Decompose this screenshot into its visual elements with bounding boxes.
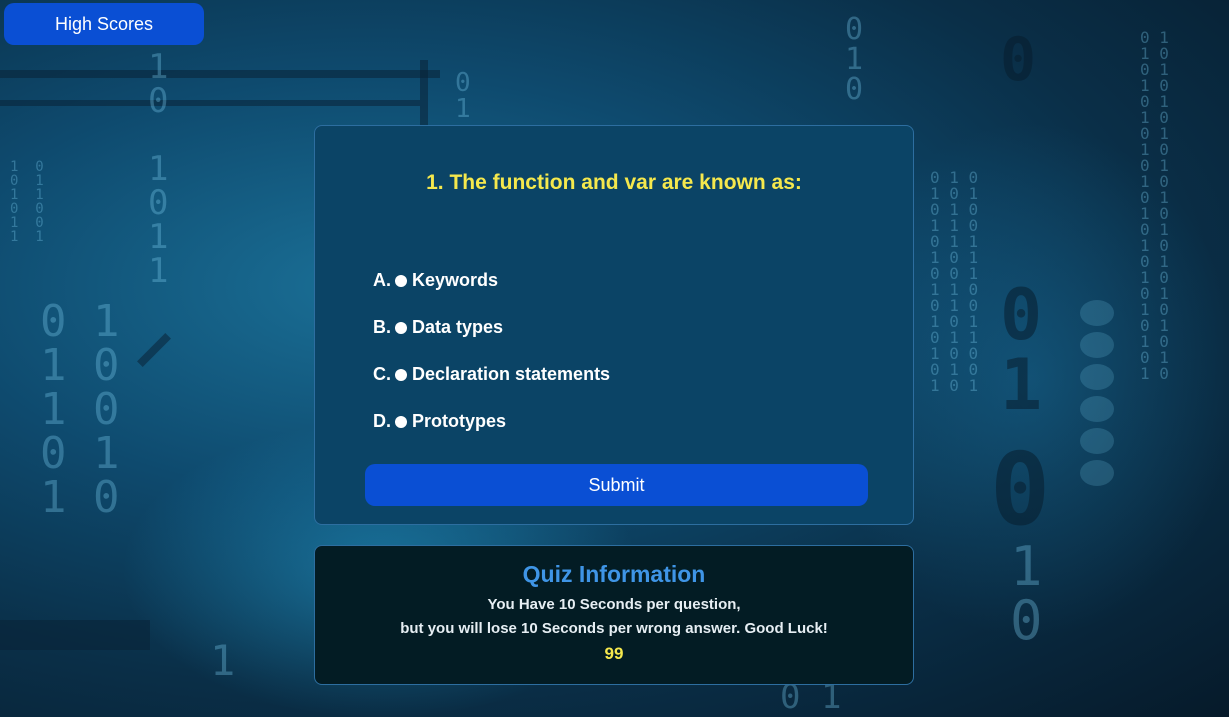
option-b[interactable]: B. Data types xyxy=(373,304,610,351)
radio-button-icon[interactable] xyxy=(395,321,407,334)
info-text-line-1: You Have 10 Seconds per question, xyxy=(487,596,741,613)
option-d[interactable]: D. Prototypes xyxy=(373,398,610,445)
high-scores-button[interactable]: High Scores xyxy=(4,3,204,45)
answer-options: A. Keywords B. Data types C. Declaration… xyxy=(373,257,610,445)
option-letter: D. xyxy=(373,411,391,431)
option-a[interactable]: A. Keywords xyxy=(373,257,610,304)
option-label: Data types xyxy=(412,317,504,337)
quiz-information-panel: Quiz Information You Have 10 Seconds per… xyxy=(314,545,914,685)
timer-value: 99 xyxy=(604,644,624,663)
radio-button-icon[interactable] xyxy=(395,368,407,381)
submit-button[interactable]: Submit xyxy=(365,464,868,506)
radio-button-icon[interactable] xyxy=(395,415,407,428)
question-text: 1. The function and var are known as: xyxy=(426,171,802,194)
option-letter: B. xyxy=(373,317,391,337)
option-label: Keywords xyxy=(412,270,499,290)
option-letter: A. xyxy=(373,270,391,290)
radio-button-icon[interactable] xyxy=(395,274,407,287)
option-label: Prototypes xyxy=(412,411,507,431)
option-label: Declaration statements xyxy=(412,364,611,384)
info-title: Quiz Information xyxy=(522,561,706,587)
option-c[interactable]: C. Declaration statements xyxy=(373,351,610,398)
quiz-card: 1. The function and var are known as: A.… xyxy=(314,125,914,525)
info-text-line-2: but you will lose 10 Seconds per wrong a… xyxy=(400,620,828,637)
option-letter: C. xyxy=(373,364,391,384)
